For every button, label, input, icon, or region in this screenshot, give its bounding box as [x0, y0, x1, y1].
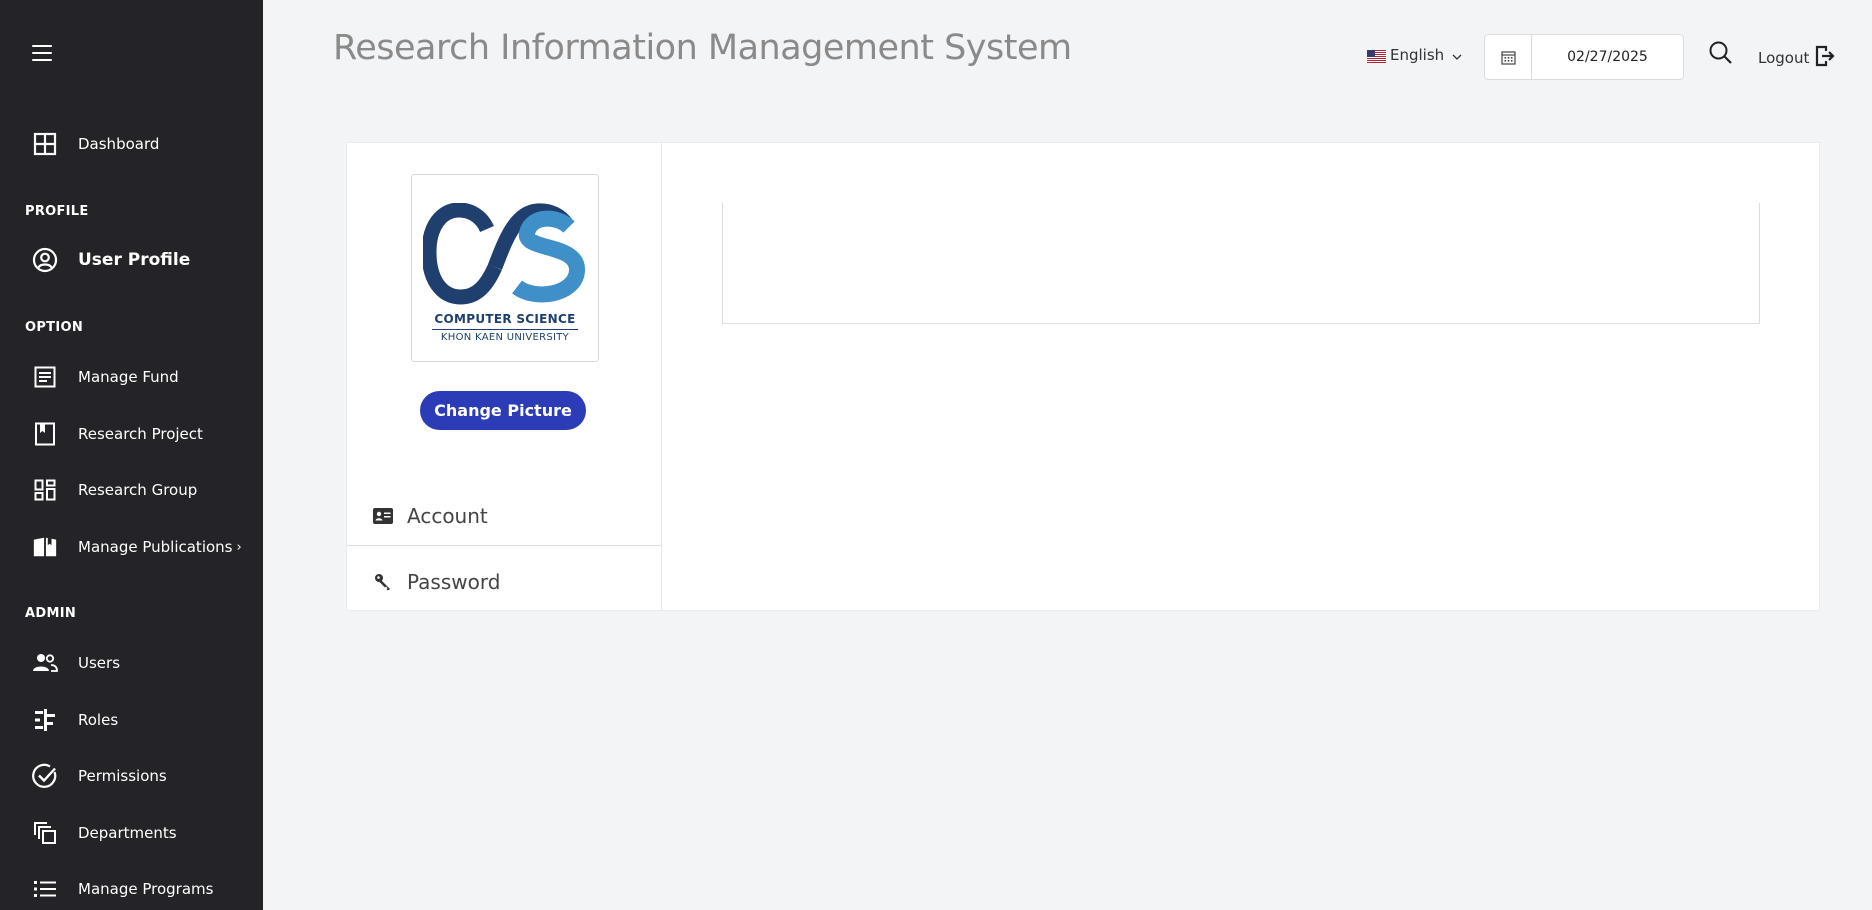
list-icon [32, 876, 58, 902]
logout-label: Logout [1758, 49, 1810, 67]
sidebar-item-label: User Profile [78, 250, 191, 270]
sidebar-item-label: Manage Fund [78, 368, 179, 386]
bookmark-book-icon [32, 421, 58, 447]
divider [347, 545, 661, 546]
section-title-admin: ADMIN [25, 606, 77, 621]
sidebar-item-manage-fund[interactable]: Manage Fund [32, 360, 179, 394]
sidebar-item-manage-publications[interactable]: Manage Publications › [32, 530, 242, 564]
sidebar-item-label: Research Group [78, 481, 198, 499]
sidebar-item-roles[interactable]: Roles [32, 703, 118, 737]
logo-divider [432, 329, 578, 330]
chevron-right-icon: › [236, 539, 242, 555]
profile-card: COMPUTER SCIENCE KHON KAEN UNIVERSITY Ch… [347, 143, 1819, 610]
search-icon[interactable] [1708, 40, 1734, 66]
id-card-icon [372, 505, 394, 527]
sidebar-item-permissions[interactable]: Permissions [32, 759, 167, 793]
section-title-profile: PROFILE [25, 204, 89, 219]
document-icon [32, 364, 58, 390]
cs-logo [423, 203, 585, 305]
logout-button[interactable]: Logout [1758, 45, 1835, 71]
sidebar-item-users[interactable]: Users [32, 646, 120, 680]
sidebar-item-manage-programs[interactable]: Manage Programs [32, 872, 213, 906]
calendar-icon[interactable] [1485, 35, 1532, 79]
tab-account-label: Account [407, 504, 488, 528]
dashboard-grid-icon [32, 477, 58, 503]
sidebar-item-research-project[interactable]: Research Project [32, 417, 203, 451]
sidebar-item-label: Roles [78, 711, 119, 729]
dashboard-icon [32, 131, 58, 157]
change-picture-button[interactable]: Change Picture [420, 391, 586, 430]
key-icon [372, 571, 394, 593]
sidebar-item-label: Research Project [78, 425, 203, 443]
section-title-option: OPTION [25, 320, 84, 335]
sidebar-item-dashboard[interactable]: Dashboard [32, 127, 159, 161]
roles-tree-icon [32, 707, 58, 733]
chevron-down-icon [1452, 46, 1462, 64]
sidebar-item-label: Permissions [78, 767, 167, 785]
menu-toggle-icon[interactable] [32, 45, 52, 61]
sidebar-item-user-profile[interactable]: User Profile [32, 243, 190, 277]
copy-stack-icon [32, 820, 58, 846]
page-title: Research Information Management System [333, 28, 1072, 68]
tab-content-panel [722, 203, 1760, 324]
users-icon [32, 650, 58, 676]
sidebar-item-label: Departments [78, 824, 177, 842]
profile-picture: COMPUTER SCIENCE KHON KAEN UNIVERSITY [411, 174, 599, 362]
date-picker[interactable]: 02/27/2025 [1484, 34, 1684, 80]
sidebar-item-label: Manage Programs [78, 880, 214, 898]
date-value[interactable]: 02/27/2025 [1532, 35, 1683, 79]
logo-text-university: KHON KAEN UNIVERSITY [440, 332, 570, 343]
language-label: English [1390, 46, 1445, 64]
sidebar-item-label: Dashboard [78, 135, 160, 153]
tab-account[interactable]: Account [347, 489, 661, 543]
open-book-icon [32, 534, 58, 560]
tab-password-label: Password [407, 570, 501, 594]
sidebar-item-research-group[interactable]: Research Group [32, 473, 197, 507]
sidebar-item-departments[interactable]: Departments [32, 816, 177, 850]
logout-icon [1815, 45, 1835, 71]
us-flag-icon [1367, 49, 1386, 63]
sidebar-item-label: Manage Publications [78, 538, 233, 556]
profile-sidebar: COMPUTER SCIENCE KHON KAEN UNIVERSITY Ch… [347, 143, 662, 610]
user-circle-icon [32, 247, 58, 273]
sidebar-item-label: Users [78, 654, 121, 672]
check-circle-icon [32, 763, 58, 789]
language-selector[interactable]: English [1367, 46, 1462, 64]
sidebar: Dashboard PROFILE User Profile OPTION Ma… [0, 0, 263, 910]
tab-password[interactable]: Password [347, 555, 661, 609]
logo-text-department: COMPUTER SCIENCE [434, 312, 576, 326]
